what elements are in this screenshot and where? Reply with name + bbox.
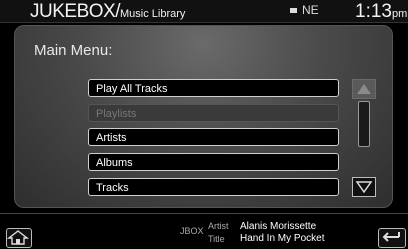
menu-item-tracks[interactable]: Tracks <box>88 178 339 196</box>
down-arrow-icon <box>355 181 373 194</box>
battery-icon <box>290 8 297 14</box>
title-main: JUKEBOX/ <box>30 1 120 22</box>
artist-label: Artist <box>208 221 229 231</box>
home-button[interactable] <box>6 228 32 248</box>
clock-time: 1:13 <box>355 1 392 22</box>
now-playing-bar <box>0 213 408 249</box>
menu-item-albums[interactable]: Albums <box>88 153 339 171</box>
title-sub: Music Library <box>119 8 186 20</box>
screen-title: JUKEBOX/Music Library <box>30 1 185 23</box>
scroll-up-button <box>352 79 376 99</box>
artist-value: Alanis Morissette <box>240 221 317 232</box>
scroll-thumb[interactable] <box>358 101 370 147</box>
menu-item-play-all-tracks[interactable]: Play All Tracks <box>88 79 339 97</box>
back-icon <box>382 232 400 242</box>
back-button[interactable] <box>378 228 406 248</box>
clock: 1:13pm <box>355 1 407 23</box>
title-label: Title <box>208 234 225 244</box>
up-arrow-icon <box>357 84 371 94</box>
title-value: Hand In My Pocket <box>240 233 325 244</box>
scroll-down-button[interactable] <box>352 177 376 197</box>
top-status-bar: JUKEBOX/Music Library NE 1:13pm <box>0 0 408 23</box>
menu-item-artists[interactable]: Artists <box>88 128 339 146</box>
home-icon <box>7 230 29 245</box>
menu-item-playlists: Playlists <box>88 104 339 122</box>
compass-heading: NE <box>302 3 319 17</box>
source-label: JBOX <box>180 226 204 236</box>
clock-ampm: pm <box>391 8 408 20</box>
menu-title: Main Menu: <box>34 42 113 59</box>
status-indicators: NE <box>290 3 319 17</box>
scrollbar[interactable] <box>352 79 376 197</box>
